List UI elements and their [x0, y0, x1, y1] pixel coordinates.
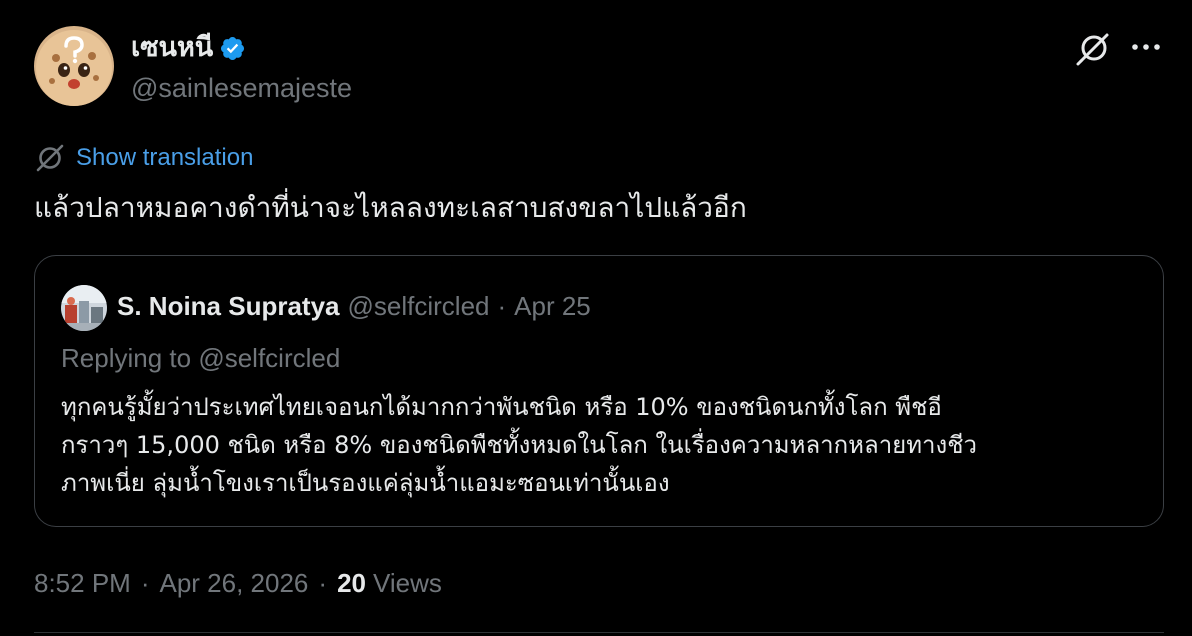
- meta-separator: ·: [140, 568, 150, 598]
- replying-to-prefix: Replying to: [61, 343, 192, 373]
- author-handle[interactable]: @sainlesemajeste: [131, 70, 352, 106]
- translate-icon: [34, 142, 66, 174]
- more-options-icon[interactable]: [1128, 32, 1164, 62]
- quoted-text-line: กราวๆ 15,000 ชนิด หรือ 8% ของชนิดพืชทั้ง…: [61, 431, 978, 459]
- view-count: 20: [337, 568, 366, 598]
- quoted-tweet-header: S. Noina Supratya @selfcircled · Apr 25: [117, 288, 591, 324]
- meta-separator: ·: [318, 568, 328, 598]
- tweet-body-text: แล้วปลาหมอคางดำที่น่าจะไหลลงทะเลสาบสงขลา…: [34, 191, 747, 224]
- author-avatar[interactable]: [34, 26, 114, 106]
- author-name-row: เซนหนี: [131, 30, 246, 66]
- show-translation-label: Show translation: [76, 144, 254, 171]
- quoted-author-handle: @selfcircled: [347, 291, 490, 321]
- quoted-text-line: ภาพเนี่ย ลุ่มน้ำโขงเราเป็นรองแค่ลุ่มน้ำแ…: [61, 469, 670, 497]
- divider: [34, 632, 1164, 633]
- cookie-face-avatar-icon: [34, 26, 114, 106]
- quoted-author-avatar[interactable]: [61, 285, 107, 331]
- author-display-name[interactable]: เซนหนี: [131, 30, 213, 66]
- replying-to-handle-link[interactable]: @selfcircled: [198, 343, 340, 373]
- grok-icon[interactable]: [1074, 28, 1114, 68]
- quoted-tweet-date: Apr 25: [514, 291, 591, 321]
- quoted-author-name: S. Noina Supratya: [117, 291, 340, 321]
- show-translation-button[interactable]: Show translation: [34, 142, 253, 174]
- views-label: Views: [372, 568, 442, 598]
- tweet-detail: เซนหนี @sainlesemajeste Show translation…: [0, 0, 1192, 636]
- replying-to-line: Replying to @selfcircled: [61, 340, 340, 376]
- tweet-date[interactable]: Apr 26, 2026: [160, 565, 309, 601]
- verified-badge-icon[interactable]: [219, 35, 246, 62]
- quoted-text-line: ทุกคนรู้มั้ยว่าประเทศไทยเจอนกได้มากกว่าพ…: [61, 393, 942, 421]
- quoted-tweet-text: ทุกคนรู้มั้ยว่าประเทศไทยเจอนกได้มากกว่าพ…: [61, 388, 1146, 502]
- photo-avatar-icon: [61, 285, 107, 331]
- quoted-separator: ·: [497, 291, 507, 321]
- quoted-tweet-card[interactable]: S. Noina Supratya @selfcircled · Apr 25 …: [34, 255, 1164, 527]
- tweet-meta: 8:52 PM · Apr 26, 2026 · 20 Views: [34, 565, 442, 601]
- tweet-time[interactable]: 8:52 PM: [34, 565, 131, 601]
